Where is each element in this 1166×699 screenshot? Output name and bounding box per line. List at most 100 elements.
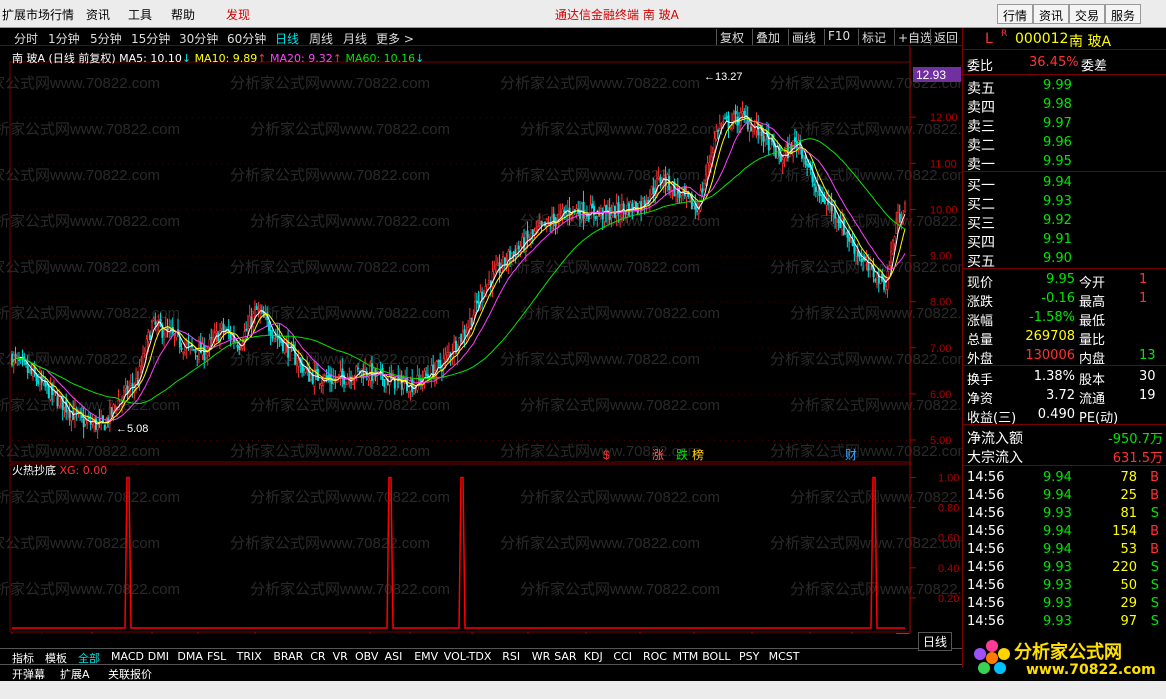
f10-button[interactable]: F10 bbox=[824, 29, 853, 45]
grid-dot bbox=[804, 347, 805, 349]
candle-body bbox=[748, 123, 751, 133]
grid-dot bbox=[642, 393, 643, 395]
grid-dot bbox=[588, 163, 589, 165]
candle-body bbox=[423, 370, 426, 384]
grid-dot bbox=[432, 347, 433, 349]
grid-dot bbox=[144, 209, 145, 211]
time-label: 10 bbox=[154, 633, 166, 634]
indicator-tab[interactable]: DMA bbox=[177, 650, 203, 663]
grid-dot bbox=[480, 209, 481, 211]
indicator-tab[interactable]: OBV bbox=[355, 650, 378, 663]
grid-dot bbox=[150, 440, 151, 441]
period-1min[interactable]: 1分钟 bbox=[48, 30, 80, 47]
news-button[interactable]: 资讯 bbox=[1033, 4, 1070, 24]
ask-price: 9.95 bbox=[1043, 154, 1072, 169]
grid-dot bbox=[138, 393, 139, 395]
indicator-tab[interactable]: ASI bbox=[385, 650, 403, 663]
service-button[interactable]: 服务 bbox=[1105, 4, 1142, 24]
candle-body bbox=[486, 283, 489, 290]
grid-dot bbox=[330, 440, 331, 441]
indicator-tab[interactable]: FSL bbox=[207, 650, 226, 663]
grid-dot bbox=[576, 255, 577, 257]
indicator-tab[interactable]: BRAR bbox=[273, 650, 303, 663]
indicator-tab[interactable]: VOL-TDX bbox=[444, 650, 492, 663]
indicator-tab[interactable]: RSI bbox=[502, 650, 520, 663]
menu-discover[interactable]: 发现 bbox=[226, 6, 250, 23]
indicator-tab[interactable]: DMI bbox=[148, 650, 169, 663]
grid-dot bbox=[222, 255, 223, 257]
candle-body bbox=[708, 162, 711, 166]
indicator-tab[interactable]: PSY bbox=[739, 650, 759, 663]
period-more[interactable]: 更多 > bbox=[376, 30, 414, 47]
grid-dot bbox=[156, 117, 157, 119]
indicator-tab[interactable]: BOLL bbox=[702, 650, 730, 663]
indicator-tab[interactable]: MCST bbox=[769, 650, 800, 663]
trade-button[interactable]: 交易 bbox=[1069, 4, 1106, 24]
grid-dot bbox=[336, 163, 337, 165]
indicator-tab[interactable]: SAR bbox=[554, 650, 576, 663]
period-timeshare[interactable]: 分时 bbox=[14, 30, 38, 47]
grid-dot bbox=[780, 209, 781, 211]
event-marker: 财 bbox=[845, 448, 857, 462]
indicator-tab[interactable]: CCI bbox=[613, 650, 632, 663]
watermark-text: 分析家公式网www.70822.com bbox=[0, 397, 180, 414]
indicator-tab[interactable]: CR bbox=[310, 650, 325, 663]
grid-dot bbox=[762, 393, 763, 395]
period-daily[interactable]: 日线 bbox=[275, 30, 299, 47]
quote-button[interactable]: 行情 bbox=[997, 4, 1034, 24]
grid-dot bbox=[714, 347, 715, 349]
draw-line-button[interactable]: 画线 bbox=[788, 29, 819, 45]
grid-dot bbox=[504, 393, 505, 395]
grid-dot bbox=[714, 117, 715, 119]
mark-button[interactable]: 标记 bbox=[858, 29, 889, 45]
indicator-tab[interactable]: ROC bbox=[643, 650, 667, 663]
menu-tools[interactable]: 工具 bbox=[128, 6, 152, 23]
period-weekly[interactable]: 周线 bbox=[309, 30, 333, 47]
bottom-tab[interactable]: 开弹幕 bbox=[12, 666, 45, 682]
grid-dot bbox=[522, 440, 523, 441]
high-price-mark: ←13.27 bbox=[704, 71, 743, 83]
indicator-tab[interactable]: EMV bbox=[414, 650, 438, 663]
indicator-tab[interactable]: WR bbox=[532, 650, 551, 663]
candle-body bbox=[804, 155, 807, 165]
daily-label[interactable]: 日线 bbox=[918, 632, 953, 651]
period-15min[interactable]: 15分钟 bbox=[131, 30, 170, 47]
indicator-tab[interactable]: MACD bbox=[111, 650, 144, 663]
bottom-tab[interactable]: 关联报价 bbox=[108, 666, 152, 682]
grid-dot bbox=[720, 163, 721, 165]
period-30min[interactable]: 30分钟 bbox=[179, 30, 218, 47]
period-60min[interactable]: 60分钟 bbox=[227, 30, 266, 47]
grid-dot bbox=[456, 301, 457, 303]
grid-dot bbox=[852, 301, 853, 303]
grid-dot bbox=[396, 301, 397, 303]
indicator-tab[interactable]: KDJ bbox=[584, 650, 603, 663]
grid-dot bbox=[618, 163, 619, 165]
grid-dot bbox=[780, 301, 781, 303]
grid-dot bbox=[492, 209, 493, 211]
bottom-tab[interactable]: 扩展A bbox=[60, 666, 90, 682]
menu-help[interactable]: 帮助 bbox=[171, 6, 195, 23]
period-monthly[interactable]: 月线 bbox=[343, 30, 367, 47]
grid-dot bbox=[258, 393, 259, 395]
add-watchlist-button[interactable]: +自选 bbox=[894, 29, 935, 45]
overlay-button[interactable]: 叠加 bbox=[752, 29, 783, 45]
indicator-tab[interactable]: TRIX bbox=[237, 650, 262, 663]
candle-body bbox=[357, 367, 360, 370]
grid-dot bbox=[708, 117, 709, 119]
grid-dot bbox=[288, 440, 289, 441]
indicator-tab[interactable]: VR bbox=[333, 650, 348, 663]
grid-dot bbox=[636, 117, 637, 119]
back-button[interactable]: 返回 bbox=[930, 29, 961, 45]
time-label: 7 bbox=[642, 633, 648, 634]
kline-chart[interactable]: 分析家公式网www.70822.com分析家公式网www.70822.com分析… bbox=[0, 46, 962, 634]
grid-dot bbox=[24, 163, 25, 165]
grid-dot bbox=[774, 393, 775, 395]
menu-news[interactable]: 资讯 bbox=[86, 6, 110, 23]
adjust-button[interactable]: 复权 bbox=[716, 29, 747, 45]
grid-dot bbox=[216, 393, 217, 395]
grid-dot bbox=[264, 440, 265, 441]
candle-body bbox=[572, 206, 575, 212]
menu-extended-market[interactable]: 扩展市场行情 bbox=[2, 6, 74, 23]
indicator-tab[interactable]: MTM bbox=[673, 650, 699, 663]
period-5min[interactable]: 5分钟 bbox=[90, 30, 122, 47]
